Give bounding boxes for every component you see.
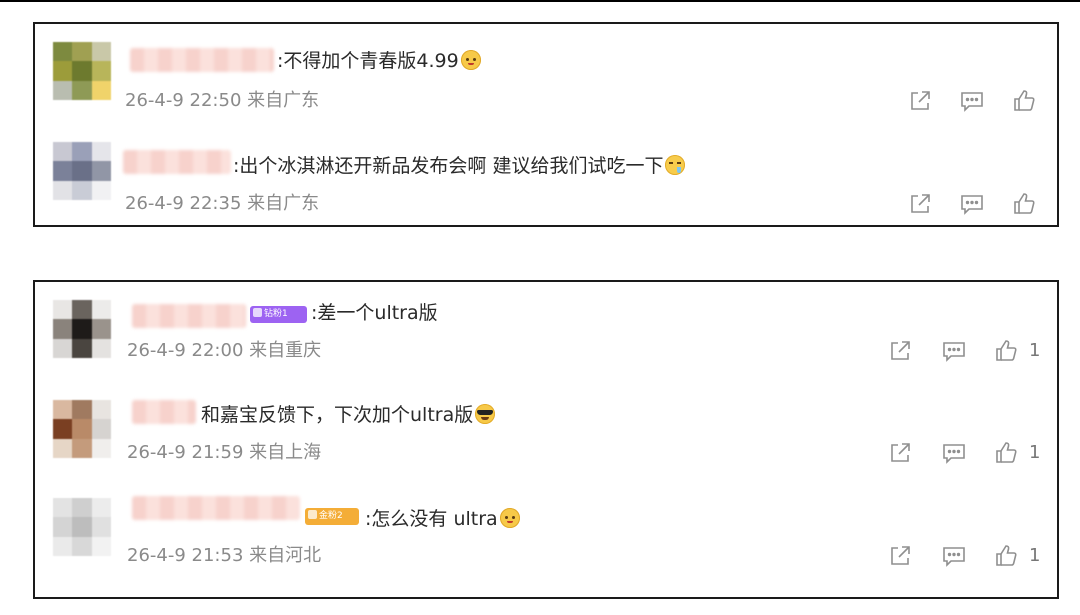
- like-count: 1: [1029, 545, 1041, 566]
- comment-text: :出个冰淇淋还开新品发布会啊 建议给我们试吃一下: [233, 154, 686, 178]
- comment-text: :差一个ultra版: [311, 302, 438, 324]
- comment-actions: 1: [887, 338, 1047, 364]
- comment-actions: 1: [887, 543, 1047, 569]
- comment-meta: 26-4-9 21:53 来自河北: [127, 545, 321, 567]
- top-divider: [0, 0, 1080, 2]
- comment-icon[interactable]: [941, 338, 967, 364]
- username-blurred[interactable]: [132, 304, 246, 328]
- avatar[interactable]: [53, 42, 111, 100]
- comment-location: 来自广东: [247, 90, 320, 111]
- comment-item: 金粉2 :怎么没有 ultra 26-4-9 21:53 来自河北 1: [35, 486, 1057, 586]
- cool-sunglasses-emoji: [475, 404, 496, 424]
- share-icon[interactable]: [907, 88, 933, 114]
- username-blurred[interactable]: [132, 496, 300, 520]
- comment-item: :不得加个青春版4.99 26-4-9 22:50 来自广东: [35, 24, 1057, 124]
- comment-icon[interactable]: [959, 88, 985, 114]
- share-icon[interactable]: [907, 191, 933, 217]
- like-count: 1: [1029, 442, 1041, 463]
- comment-time: 26-4-9 21:53: [127, 545, 244, 566]
- comment-meta: 26-4-9 22:50 来自广东: [125, 90, 319, 112]
- comment-location: 来自河北: [249, 545, 322, 566]
- comment-icon[interactable]: [941, 543, 967, 569]
- comment-time: 26-4-9 21:59: [127, 442, 244, 463]
- comment-actions: [907, 191, 1047, 217]
- comment-time: 26-4-9 22:50: [125, 90, 242, 111]
- fan-badge[interactable]: 金粉2: [305, 508, 359, 525]
- thumbs-up-icon[interactable]: [993, 440, 1019, 466]
- comment-meta: 26-4-9 22:35 来自广东: [125, 193, 319, 215]
- comment-location: 来自重庆: [249, 340, 322, 361]
- avatar[interactable]: [53, 498, 111, 556]
- comment-item: 钻粉1 :差一个ultra版 26-4-9 22:00 来自重庆 1: [35, 282, 1057, 382]
- thumbs-up-icon[interactable]: [1011, 88, 1037, 114]
- username-blurred[interactable]: [123, 150, 231, 174]
- share-icon[interactable]: [887, 543, 913, 569]
- comment-meta: 26-4-9 21:59 来自上海: [127, 442, 321, 464]
- username-blurred[interactable]: [132, 400, 196, 424]
- comment-text: :不得加个青春版4.99: [277, 49, 481, 73]
- comment-panel-1: :不得加个青春版4.99 26-4-9 22:50 来自广东 :出个冰淇淋还开新…: [33, 22, 1059, 227]
- username-blurred[interactable]: [130, 48, 274, 72]
- cat-smile-emoji: [499, 508, 520, 528]
- comment-panel-2: 钻粉1 :差一个ultra版 26-4-9 22:00 来自重庆 1 和嘉宝反馈…: [33, 280, 1059, 599]
- like-count: 1: [1029, 340, 1041, 361]
- comment-actions: [907, 88, 1047, 114]
- fan-badge[interactable]: 钻粉1: [250, 306, 307, 323]
- comment-location: 来自广东: [247, 193, 320, 214]
- comment-icon[interactable]: [941, 440, 967, 466]
- comment-icon[interactable]: [959, 191, 985, 217]
- comment-text: :怎么没有 ultra: [365, 507, 520, 531]
- avatar[interactable]: [53, 300, 111, 358]
- comment-time: 26-4-9 22:35: [125, 193, 242, 214]
- drool-emoji: [665, 155, 686, 175]
- avatar[interactable]: [53, 400, 111, 458]
- comment-time: 26-4-9 22:00: [127, 340, 244, 361]
- share-icon[interactable]: [887, 338, 913, 364]
- avatar[interactable]: [53, 142, 111, 200]
- comment-item: :出个冰淇淋还开新品发布会啊 建议给我们试吃一下 26-4-9 22:35 来自…: [35, 124, 1057, 224]
- cat-smile-emoji: [460, 50, 481, 70]
- thumbs-up-icon[interactable]: [1011, 191, 1037, 217]
- thumbs-up-icon[interactable]: [993, 543, 1019, 569]
- comment-location: 来自上海: [249, 442, 322, 463]
- thumbs-up-icon[interactable]: [993, 338, 1019, 364]
- comment-meta: 26-4-9 22:00 来自重庆: [127, 340, 321, 362]
- comment-actions: 1: [887, 440, 1047, 466]
- comment-item: 和嘉宝反馈下，下次加个ultra版 26-4-9 21:59 来自上海 1: [35, 384, 1057, 484]
- share-icon[interactable]: [887, 440, 913, 466]
- comment-text: 和嘉宝反馈下，下次加个ultra版: [201, 403, 496, 427]
